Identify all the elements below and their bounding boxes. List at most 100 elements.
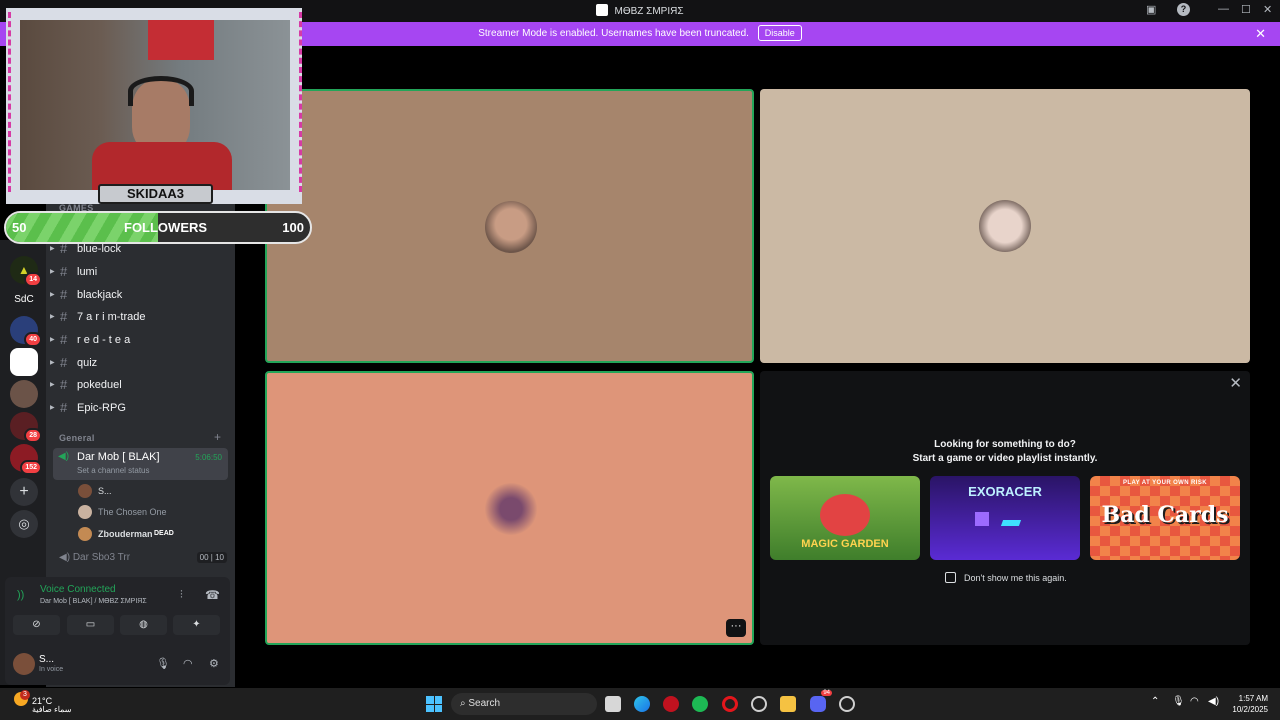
minimize-button[interactable]: — [1218, 3, 1229, 15]
game-card-bad-cards[interactable]: PLAY AT YOUR OWN RISK Bad Cards [1090, 476, 1240, 560]
clock[interactable]: 1:57 AM 10/2/2025 [1232, 693, 1268, 715]
voice-channel-name: Dar Sbo3 Trr [72, 552, 131, 563]
more-options-button[interactable]: ··· [726, 619, 746, 637]
screen-share-icon: ▭ [85, 619, 96, 630]
speaker-icon: ◀) [58, 451, 70, 462]
clock-time: 1:57 AM [1238, 694, 1268, 703]
webcam-overlay: SKIDAA3 50 FOLLOWERS 100 [0, 0, 312, 244]
ship-icon [1000, 520, 1022, 526]
hash-icon: # [60, 377, 68, 392]
taskbar-search[interactable]: ⌕ Search [451, 693, 597, 715]
channel-trade[interactable]: ▶ #7 a r i m-trade [50, 307, 228, 327]
voice-channel-name: Dar Mob [ BLAK] [77, 451, 160, 463]
flag-background [148, 20, 214, 60]
participant-avatar [485, 483, 537, 535]
channel-lumi[interactable]: ▶ # lumi [50, 262, 228, 282]
close-window-button[interactable]: ✕ [1263, 3, 1272, 16]
start-button[interactable] [426, 696, 442, 712]
server-icon[interactable]: 28 [10, 412, 42, 443]
screen-share-button[interactable]: ▭ [67, 615, 114, 635]
channel-status-input[interactable]: Set a channel status [77, 466, 150, 475]
wifi-icon[interactable]: ◠ [1190, 696, 1199, 707]
headphones-icon[interactable]: ◠ [183, 657, 193, 670]
opera-icon[interactable] [722, 696, 738, 712]
video-tile[interactable] [265, 89, 754, 363]
game-card-magic-garden[interactable]: MAGIC GARDEN [770, 476, 920, 560]
inbox-icon[interactable]: ▣ [1146, 3, 1156, 16]
channel-blackjack[interactable]: ▶ # blackjack [50, 285, 228, 305]
frame-accent-left [8, 12, 20, 192]
user-status: In voice [39, 666, 64, 673]
close-icon[interactable]: ✕ [1229, 374, 1242, 392]
speedometer-icon[interactable] [751, 696, 767, 712]
webcam-video [20, 20, 290, 190]
channel-red-tea[interactable]: ▶ # r e d - t e a [50, 330, 228, 350]
video-tile[interactable] [760, 89, 1250, 363]
search-label: Search [468, 698, 501, 709]
caret-icon: ▶ [50, 292, 55, 298]
server-badge: 28 [24, 428, 42, 443]
folder-icon[interactable] [780, 696, 796, 712]
camera-off-icon: ⊘ [32, 619, 41, 630]
create-channel-icon[interactable]: + [214, 430, 221, 444]
gear-icon[interactable]: ⚙ [209, 657, 219, 670]
disconnect-icon[interactable]: ☎ [205, 588, 220, 602]
channel-quiz[interactable]: ▶ # quiz [50, 353, 228, 373]
spotify-icon[interactable] [692, 696, 708, 712]
app-icon[interactable] [839, 696, 855, 712]
strawberry-mascot-icon [820, 494, 870, 536]
soundboard-button[interactable]: ✦ [173, 615, 220, 635]
caret-icon: ▶ [50, 405, 55, 411]
chevron-up-icon[interactable]: ⌃ [1151, 696, 1159, 707]
add-server-icon[interactable]: + [10, 478, 38, 506]
avatar [78, 505, 92, 519]
discover-icon[interactable]: ◎ [10, 510, 38, 538]
participant-avatar [979, 200, 1031, 252]
noise-suppression-icon[interactable]: ⫶ [180, 589, 183, 602]
user-area[interactable]: S... In voice 🎙 ◠ ⚙ [13, 653, 223, 677]
category-general[interactable]: General [59, 433, 95, 443]
streamer-name-plate: SKIDAA3 [98, 184, 213, 204]
block-icon [975, 512, 989, 526]
server-logo-icon [596, 4, 609, 16]
server-icon[interactable]: SdC [10, 286, 38, 314]
volume-icon[interactable]: ◀) [1208, 696, 1219, 707]
close-banner-icon[interactable]: ✕ [1255, 22, 1266, 46]
voice-status[interactable]: Voice Connected [40, 584, 116, 595]
server-badge: 152 [20, 460, 42, 475]
camera-button[interactable]: ⊘ [13, 615, 60, 635]
voice-channel-active[interactable]: ◀) Dar Mob [ BLAK] 5:06:50 Set a channel… [53, 448, 228, 480]
media-app-icon[interactable] [663, 696, 679, 712]
channel-pokeduel[interactable]: ▶ # pokeduel [50, 375, 228, 395]
video-tile[interactable]: ··· [265, 371, 754, 645]
discord-icon[interactable]: 94 [810, 690, 832, 712]
dont-show-label: Don't show me this again. [964, 573, 1067, 583]
dont-show-checkbox[interactable]: Don't show me this again. [945, 572, 1067, 583]
server-icon[interactable] [10, 380, 38, 408]
channel-epic-rpg[interactable]: ▶ # Epic-RPG [50, 398, 228, 418]
discord-badge: 94 [821, 690, 832, 696]
gamepad-icon: ◍ [139, 619, 148, 630]
server-icon[interactable]: 152 [10, 444, 42, 475]
file-explorer-app-icon[interactable] [605, 696, 621, 712]
disable-streamer-mode-button[interactable]: Disable [757, 25, 802, 41]
frame-accent-right [292, 12, 302, 192]
maximize-button[interactable]: ☐ [1241, 3, 1251, 16]
user-limit: 10 [215, 553, 224, 562]
hash-icon: # [60, 332, 68, 347]
user-tag: DEAD [154, 530, 174, 537]
help-icon[interactable]: ? [1177, 3, 1190, 16]
game-card-exoracer[interactable]: EXORACER [930, 476, 1080, 560]
server-icon-active[interactable] [10, 348, 38, 376]
activities-button[interactable]: ◍ [120, 615, 167, 635]
edge-icon[interactable] [634, 696, 650, 712]
microphone-tray-icon[interactable]: 🎙 [1172, 696, 1185, 707]
speaker-icon: ◀) [59, 552, 73, 563]
weather-widget[interactable]: 21°C سماء صافية 3 [14, 690, 72, 714]
server-icon[interactable]: 40 [10, 316, 42, 347]
follower-current: 50 [12, 220, 27, 235]
server-icon[interactable]: ▲ 14 [10, 256, 42, 287]
checkbox-icon [945, 572, 956, 583]
microphone-icon[interactable]: 🎙 [156, 657, 170, 670]
voice-channel-dar-sbo3[interactable]: ◀) Dar Sbo3 Trr 00 | 10 [59, 552, 227, 563]
